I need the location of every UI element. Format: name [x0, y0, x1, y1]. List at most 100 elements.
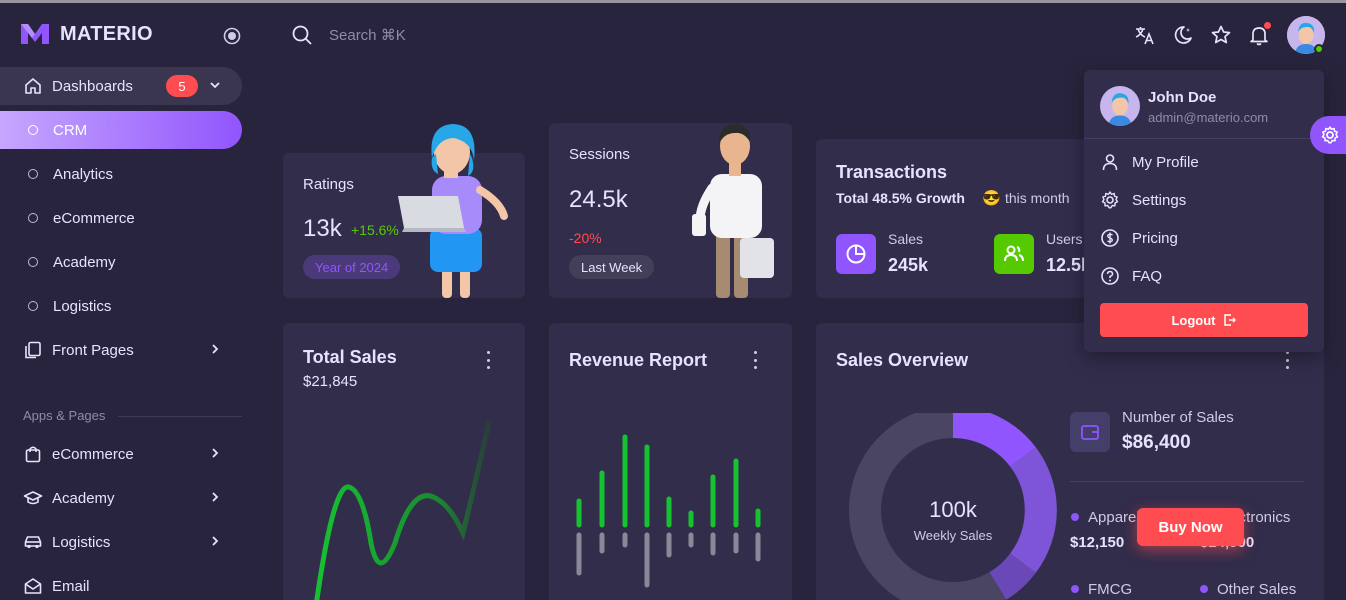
sidebar-item-label: Logistics — [52, 533, 111, 551]
search-input[interactable]: Search ⌘K — [329, 26, 406, 44]
sidebar-item-label: Front Pages — [52, 341, 134, 359]
sidebar-item-crm[interactable]: CRM — [0, 111, 242, 149]
sessions-period-chip: Last Week — [569, 255, 655, 279]
sessions-value: 24.5k — [569, 186, 628, 213]
translate-icon[interactable] — [1134, 24, 1156, 46]
chevron-right-icon — [212, 536, 219, 546]
revenue-bar-chart — [576, 434, 761, 588]
ratings-value: 13k — [303, 215, 342, 242]
materio-logo-icon — [21, 24, 49, 44]
section-label: Apps & Pages — [23, 408, 106, 423]
legend-apparel-label: Apparel — [1088, 509, 1140, 526]
sidebar-item-ecommerce-dashboard[interactable]: eCommerce — [0, 199, 242, 237]
sidebar: MATERIO Dashboards 5 CRM Analytics eComm… — [0, 3, 260, 600]
profile-dropdown-menu: John Doe admin@materio.com My Profile Se… — [1084, 70, 1324, 352]
revenue-report-title: Revenue Report — [569, 350, 708, 370]
pie-chart-icon — [836, 234, 876, 274]
donut-center-value: 100k — [929, 497, 977, 522]
menu-item-label: Pricing — [1132, 229, 1178, 247]
dollar-circle-icon — [1101, 229, 1119, 247]
sidebar-item-label: Dashboards — [52, 77, 133, 95]
home-icon — [22, 75, 44, 97]
more-options-icon[interactable] — [485, 351, 491, 369]
customizer-toggle-button[interactable] — [1310, 116, 1346, 154]
profile-name: John Doe — [1148, 89, 1217, 106]
sidebar-item-label: Email — [52, 577, 90, 595]
users-icon — [994, 234, 1034, 274]
sidebar-item-academy[interactable]: Academy — [0, 479, 242, 517]
menu-item-label: My Profile — [1132, 153, 1199, 171]
sidebar-item-email[interactable]: Email — [0, 567, 242, 600]
menu-item-my-profile[interactable]: My Profile — [1100, 152, 1199, 172]
wallet-icon — [1070, 412, 1110, 452]
transactions-growth: Total 48.5% Growth — [836, 190, 965, 206]
buy-now-button[interactable]: Buy Now — [1137, 508, 1244, 546]
sessions-change: -20% — [569, 230, 602, 246]
sidebar-item-analytics[interactable]: Analytics — [0, 155, 242, 193]
sidebar-item-label: Academy — [52, 489, 115, 507]
gear-icon — [1321, 126, 1339, 144]
sidebar-item-logistics-dashboard[interactable]: Logistics — [0, 287, 242, 325]
sidebar-item-academy-dashboard[interactable]: Academy — [0, 243, 242, 281]
divider — [1070, 481, 1304, 482]
legend-dot — [1200, 585, 1208, 593]
graduation-cap-icon — [22, 487, 44, 509]
profile-email: admin@materio.com — [1148, 110, 1269, 125]
bullet-icon — [28, 301, 38, 311]
mail-icon — [22, 575, 44, 597]
avatar — [1100, 86, 1140, 126]
star-icon[interactable] — [1210, 24, 1232, 46]
revenue-report-card: Revenue Report — [549, 323, 792, 600]
total-sales-title: Total Sales — [303, 347, 397, 367]
help-circle-icon — [1101, 267, 1119, 285]
bullet-icon — [28, 125, 38, 135]
bullet-icon — [28, 257, 38, 267]
car-icon — [22, 531, 44, 553]
sidebar-pin-icon[interactable] — [222, 26, 242, 46]
legend-fmcg-label: FMCG — [1088, 581, 1133, 598]
menu-item-label: Settings — [1132, 191, 1187, 209]
sales-stat-label: Sales — [888, 231, 924, 247]
sunglasses-emoji-icon: 😎 — [982, 190, 1001, 207]
sidebar-item-logistics[interactable]: Logistics — [0, 523, 242, 561]
sidebar-item-label: eCommerce — [52, 445, 134, 463]
legend-dot — [1071, 513, 1079, 521]
sidebar-item-ecommerce[interactable]: eCommerce — [0, 435, 242, 473]
logout-button[interactable]: Logout — [1100, 303, 1308, 337]
shopping-bag-icon — [22, 443, 44, 465]
sales-overview-title: Sales Overview — [836, 350, 969, 370]
brand-name: MATERIO — [60, 22, 153, 45]
ratings-period-chip: Year of 2024 — [303, 255, 401, 279]
copy-pages-icon — [22, 339, 44, 361]
girl-with-laptop-illustration — [398, 124, 508, 298]
brand[interactable]: MATERIO — [20, 22, 153, 46]
legend-apparel-value: $12,150 — [1070, 534, 1125, 551]
ratings-title: Ratings — [303, 176, 354, 193]
chevron-right-icon — [212, 344, 219, 354]
menu-item-faq[interactable]: FAQ — [1100, 266, 1162, 286]
sidebar-item-label: Analytics — [53, 165, 114, 183]
moon-icon[interactable] — [1172, 24, 1194, 46]
menu-item-label: FAQ — [1132, 267, 1163, 285]
number-of-sales-value: $86,400 — [1122, 432, 1191, 453]
sidebar-item-front-pages[interactable]: Front Pages — [0, 331, 242, 369]
menu-item-pricing[interactable]: Pricing — [1100, 228, 1178, 248]
sidebar-item-label: CRM — [53, 121, 88, 139]
notification-count-badge: 5 — [166, 75, 198, 97]
chevron-right-icon — [212, 448, 219, 458]
more-options-icon[interactable] — [752, 351, 758, 369]
logout-icon — [1223, 314, 1236, 326]
search-icon[interactable] — [291, 24, 313, 46]
bullet-icon — [28, 213, 38, 223]
more-options-icon[interactable] — [1284, 351, 1290, 369]
legend-other-sales-label: Other Sales — [1217, 581, 1297, 598]
legend-dot — [1071, 585, 1079, 593]
sidebar-item-label: Logistics — [53, 297, 112, 315]
transactions-title: Transactions — [836, 162, 948, 182]
bullet-icon — [28, 169, 38, 179]
man-with-coffee-illustration — [692, 124, 774, 298]
menu-item-settings[interactable]: Settings — [1100, 190, 1186, 210]
logout-label: Logout — [1171, 312, 1216, 328]
sidebar-item-dashboards[interactable]: Dashboards 5 — [0, 67, 242, 105]
sessions-title: Sessions — [569, 146, 630, 163]
